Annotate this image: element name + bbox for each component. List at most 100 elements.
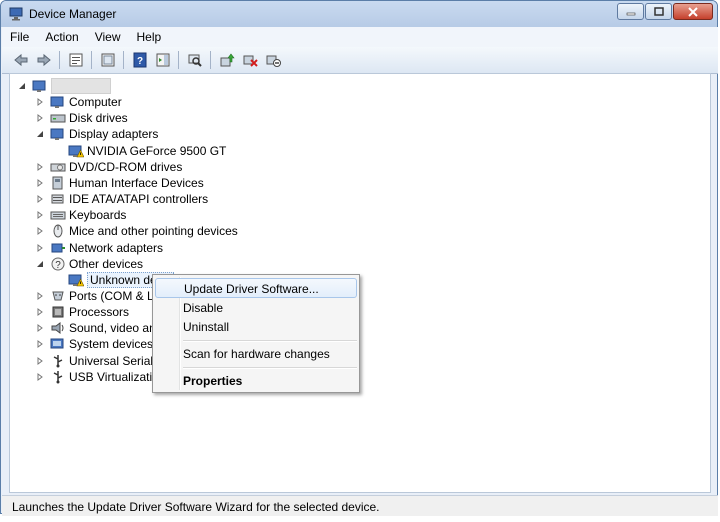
tree-node[interactable]: Sound, video and <box>36 320 162 336</box>
collapse-arrow-icon[interactable] <box>18 82 26 90</box>
other-devices-icon: ? <box>51 257 65 271</box>
expand-arrow-icon[interactable] <box>36 211 44 220</box>
expand-arrow-icon[interactable] <box>36 291 44 300</box>
menu-item-properties[interactable]: Properties <box>155 371 357 391</box>
expand-arrow-icon[interactable] <box>36 114 44 123</box>
toolbar-separator <box>59 51 60 69</box>
back-button[interactable] <box>10 49 32 71</box>
scan-hardware-icon <box>188 54 202 67</box>
tree-node[interactable]: Disk drives <box>36 110 128 126</box>
expand-arrow-icon[interactable] <box>36 324 44 333</box>
dvd-drive-icon <box>50 163 66 172</box>
expand-arrow-icon[interactable] <box>36 162 44 171</box>
help-button[interactable]: ? <box>129 49 151 71</box>
tree-node-label: Mice and other pointing devices <box>69 224 238 239</box>
window-title: Device Manager <box>29 7 117 21</box>
computer-icon <box>32 80 46 92</box>
show-action-pane-icon <box>156 53 170 67</box>
update-driver-button[interactable] <box>216 49 238 71</box>
context-menu-separator <box>183 367 357 369</box>
expand-arrow-icon[interactable] <box>36 340 44 349</box>
menu-item-label: Disable <box>183 301 224 315</box>
svg-text:?: ? <box>55 260 61 271</box>
tree-root[interactable] <box>18 78 111 94</box>
show-hide-console-tree-icon <box>101 53 115 67</box>
usb-virtualization-icon <box>53 370 63 384</box>
maximize-icon <box>653 7 664 16</box>
menu-bar: File Action View Help <box>2 27 718 47</box>
show-hide-console-tree-button[interactable] <box>97 49 119 71</box>
device-tree[interactable]: Computer Disk drives Display adapters NVIDI… <box>9 73 711 493</box>
expand-arrow-icon[interactable] <box>36 195 44 204</box>
hid-icon <box>52 176 63 190</box>
expand-arrow-icon[interactable] <box>36 227 44 236</box>
minimize-icon <box>626 12 635 15</box>
close-button[interactable] <box>673 3 713 20</box>
tree-node[interactable]: Universal Serial Bu <box>36 353 171 369</box>
status-text: Launches the Update Driver Software Wiza… <box>12 500 380 514</box>
expand-arrow-icon[interactable] <box>36 178 44 187</box>
tree-node[interactable]: ? Other devices <box>36 256 143 272</box>
mouse-icon <box>53 224 63 238</box>
scan-hardware-button[interactable] <box>184 49 206 71</box>
menu-item-label: Update Driver Software... <box>184 282 319 296</box>
expand-arrow-icon[interactable] <box>36 372 44 381</box>
computer-icon <box>50 96 64 109</box>
collapse-arrow-icon[interactable] <box>36 260 44 268</box>
tree-child-node[interactable]: NVIDIA GeForce 9500 GT <box>68 143 226 159</box>
uninstall-icon <box>243 55 258 67</box>
tree-node-label: Display adapters <box>69 127 159 142</box>
disable-button[interactable] <box>262 49 284 71</box>
tree-node-label: Computer <box>69 95 122 110</box>
toolbar-separator <box>123 51 124 69</box>
menu-item-scan-for-hardware-changes[interactable]: Scan for hardware changes <box>155 344 357 364</box>
menu-view[interactable]: View <box>87 30 129 44</box>
maximize-button[interactable] <box>645 3 672 20</box>
uninstall-button[interactable] <box>239 49 261 71</box>
forward-button[interactable] <box>33 49 55 71</box>
menu-file[interactable]: File <box>2 30 37 44</box>
toolbar-separator <box>91 51 92 69</box>
menu-item-uninstall[interactable]: Uninstall <box>155 317 357 337</box>
tree-node[interactable]: Display adapters <box>36 126 158 142</box>
title-bar[interactable]: Device Manager <box>1 1 717 27</box>
menu-help[interactable]: Help <box>129 30 170 44</box>
minimize-button[interactable] <box>617 3 644 20</box>
tree-node-label: Network adapters <box>69 240 164 255</box>
disk-drive-icon <box>50 114 66 123</box>
expand-arrow-icon[interactable] <box>36 98 44 107</box>
toolbar-separator <box>178 51 179 69</box>
keyboard-icon <box>50 211 66 220</box>
expand-arrow-icon[interactable] <box>36 308 44 317</box>
tree-node-label: Processors <box>69 305 130 320</box>
show-action-pane-button[interactable] <box>152 49 174 71</box>
help-icon: ? <box>133 52 147 68</box>
usb-icon <box>53 354 63 368</box>
tree-node[interactable]: Mice and other pointing devices <box>36 223 238 239</box>
menu-item-label: Properties <box>183 374 243 388</box>
menu-item-update-driver-software[interactable]: Update Driver Software... <box>155 278 357 298</box>
network-adapter-icon <box>51 243 65 252</box>
tree-node[interactable]: System devices <box>36 336 153 352</box>
expand-arrow-icon[interactable] <box>36 243 44 252</box>
tree-node[interactable]: Keyboards <box>36 207 126 223</box>
tree-node[interactable]: DVD/CD-ROM drives <box>36 159 182 175</box>
tree-node[interactable]: Processors <box>36 304 129 320</box>
tree-node[interactable]: USB Virtualization <box>36 369 166 385</box>
collapse-arrow-icon[interactable] <box>36 130 44 138</box>
tree-child-label: NVIDIA GeForce 9500 GT <box>87 143 227 158</box>
menu-action[interactable]: Action <box>37 30 86 44</box>
menu-item-label: Scan for hardware changes <box>183 347 330 361</box>
tree-node[interactable]: Computer <box>36 94 122 110</box>
expand-arrow-icon[interactable] <box>36 356 44 365</box>
menu-item-disable[interactable]: Disable <box>155 298 357 318</box>
tree-node[interactable]: Ports (COM & LPT <box>36 288 169 304</box>
sound-icon <box>51 322 64 335</box>
tree-node[interactable]: IDE ATA/ATAPI controllers <box>36 191 208 207</box>
tree-node[interactable]: Network adapters <box>36 240 163 256</box>
tree-node[interactable]: Human Interface Devices <box>36 175 204 191</box>
unknown-device-warning-icon <box>68 274 84 287</box>
properties-button[interactable] <box>65 49 87 71</box>
system-devices-icon <box>50 338 64 349</box>
tree-node-label: IDE ATA/ATAPI controllers <box>69 192 209 207</box>
